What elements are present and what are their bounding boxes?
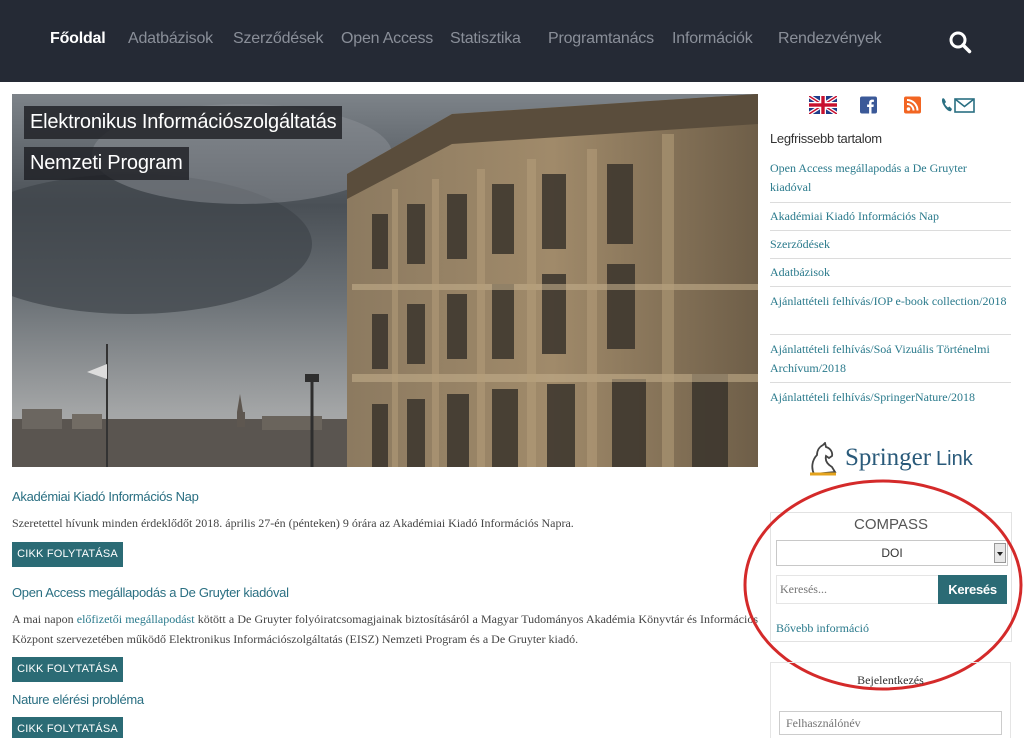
- top-navigation: Főoldal Adatbázisok Szerződések Open Acc…: [0, 0, 1024, 82]
- read-more-button[interactable]: CIKK FOLYTATÁSA: [12, 717, 123, 738]
- hero-title-line2: Nemzeti Program: [24, 147, 189, 180]
- article-text-open-access: A mai napon előfizetői megállapodást köt…: [12, 609, 758, 649]
- compass-title: COMPASS: [854, 516, 928, 533]
- latest-item[interactable]: Szerződések: [770, 235, 1011, 259]
- latest-item[interactable]: Adatbázisok: [770, 263, 1011, 287]
- article-title-akademiai[interactable]: Akadémiai Kiadó Információs Nap: [12, 489, 199, 504]
- latest-item[interactable]: Akadémiai Kiadó Információs Nap: [770, 207, 1011, 231]
- article-text-akademiai: Szeretettel hívunk minden érdeklődőt 201…: [12, 516, 574, 530]
- nav-item-contracts[interactable]: Szerződések: [233, 30, 323, 48]
- login-title: Bejelentkezés: [857, 673, 924, 687]
- latest-item[interactable]: Open Access megállapodás a De Gruyter ki…: [770, 159, 1011, 203]
- facebook-icon[interactable]: [860, 96, 877, 114]
- latest-item[interactable]: Ajánlattételi felhívás/SpringerNature/20…: [770, 388, 1011, 412]
- read-more-button[interactable]: CIKK FOLYTATÁSA: [12, 542, 123, 567]
- uk-flag-icon[interactable]: [809, 96, 837, 114]
- more-info-link[interactable]: Bővebb információ: [776, 621, 869, 636]
- compass-search-input[interactable]: [776, 575, 939, 604]
- compass-search-box: COMPASS DOI Keresés Bővebb információ: [770, 512, 1012, 642]
- nav-item-home[interactable]: Főoldal: [50, 30, 106, 48]
- link-word: Link: [936, 448, 973, 470]
- nav-item-program-council[interactable]: Programtanács: [548, 30, 654, 48]
- read-more-button[interactable]: CIKK FOLYTATÁSA: [12, 657, 123, 682]
- login-box: Bejelentkezés: [770, 662, 1011, 738]
- nav-item-events[interactable]: Rendezvények: [778, 30, 882, 48]
- subscriber-agreement-link[interactable]: előfizetői megállapodást: [77, 612, 195, 626]
- hero-title-line1: Elektronikus Információszolgáltatás: [24, 106, 343, 139]
- nav-item-databases[interactable]: Adatbázisok: [128, 30, 213, 48]
- latest-item[interactable]: Ajánlattételi felhívás/IOP e-book collec…: [770, 292, 1011, 335]
- compass-search-button[interactable]: Keresés: [938, 575, 1007, 604]
- search-icon[interactable]: [948, 30, 972, 54]
- rss-icon[interactable]: [904, 96, 921, 114]
- springer-horse-icon: [810, 442, 837, 476]
- chevron-down-icon[interactable]: [994, 543, 1006, 563]
- springer-word: Springer: [845, 444, 932, 471]
- latest-item[interactable]: Ajánlattételi felhívás/Soá Vizuális Tört…: [770, 340, 1011, 383]
- nav-item-information[interactable]: Információk: [672, 30, 753, 48]
- hero-banner: Elektronikus Információszolgáltatás Nemz…: [12, 94, 758, 467]
- springer-link-logo[interactable]: Springer Link: [808, 440, 978, 478]
- article-title-open-access[interactable]: Open Access megállapodás a De Gruyter ki…: [12, 585, 289, 600]
- nav-item-open-access[interactable]: Open Access: [341, 30, 433, 48]
- article-title-nature[interactable]: Nature elérési probléma: [12, 692, 144, 707]
- latest-content-heading: Legfrissebb tartalom: [770, 131, 882, 146]
- contact-icon[interactable]: [940, 96, 976, 114]
- username-input[interactable]: [779, 711, 1002, 735]
- nav-item-statistics[interactable]: Statisztika: [450, 30, 521, 48]
- article-text-part: A mai napon: [12, 612, 77, 626]
- doi-select[interactable]: DOI: [776, 540, 1008, 566]
- doi-select-value: DOI: [881, 546, 903, 560]
